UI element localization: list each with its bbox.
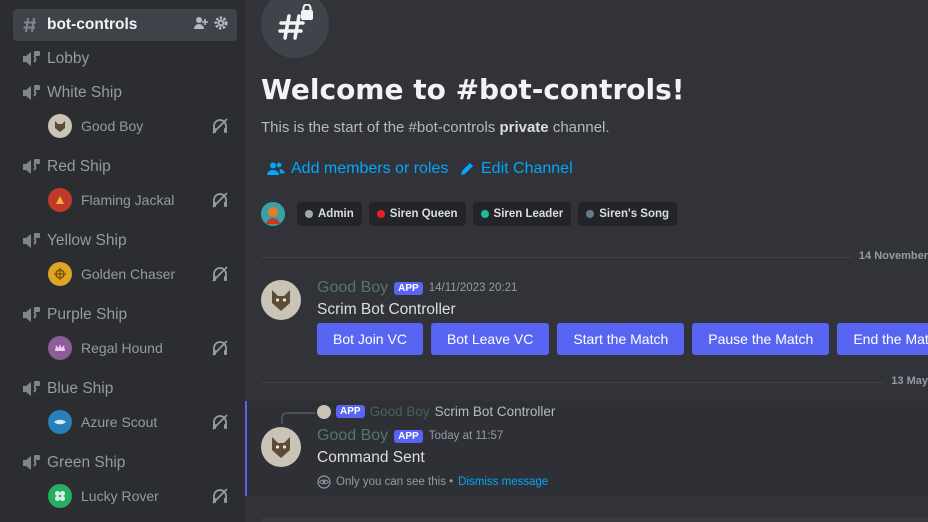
avatar bbox=[48, 336, 72, 360]
message-header: Good Boy APP 14/11/2023 20:21 bbox=[317, 279, 517, 297]
dismiss-message-link[interactable]: Dismiss message bbox=[458, 476, 548, 488]
message-author[interactable]: Good Boy bbox=[317, 279, 388, 297]
channel-label: Lobby bbox=[47, 50, 90, 67]
bot-join-vc-button[interactable]: Bot Join VC bbox=[317, 323, 423, 355]
message-header: Good Boy APP Today at 11:57 bbox=[317, 427, 503, 445]
message-timestamp: Today at 11:57 bbox=[428, 430, 504, 442]
avatar bbox=[48, 114, 72, 138]
voice-user-name: Lucky Rover bbox=[81, 488, 159, 504]
channel-white-ship[interactable]: White Ship bbox=[13, 77, 237, 109]
message-text: Scrim Bot Controller bbox=[317, 301, 456, 318]
reply-connector bbox=[281, 412, 315, 424]
end-match-button[interactable]: End the Match bbox=[837, 323, 928, 355]
component-buttons: Bot Join VC Bot Leave VC Start the Match… bbox=[317, 323, 928, 355]
voice-user-good-boy[interactable]: Good Boy bbox=[48, 113, 238, 139]
voice-user-name: Flaming Jackal bbox=[81, 192, 175, 208]
voice-user-regal-hound[interactable]: Regal Hound bbox=[48, 335, 238, 361]
add-people-icon bbox=[267, 162, 285, 175]
avatar bbox=[48, 484, 72, 508]
channel-bot-controls[interactable]: bot-controls bbox=[13, 9, 237, 41]
voice-user-flaming-jackal[interactable]: Flaming Jackal bbox=[48, 187, 238, 213]
ephemeral-note: Only you can see this • Dismiss message bbox=[317, 475, 548, 489]
reply-reference[interactable]: APP Good Boy Scrim Bot Controller bbox=[317, 404, 555, 419]
channel-blue-ship[interactable]: Blue Ship bbox=[13, 373, 237, 405]
channel-label: bot-controls bbox=[47, 16, 138, 33]
date-divider: 14 November bbox=[261, 250, 928, 262]
message-author[interactable]: Good Boy bbox=[317, 427, 388, 445]
chat-main: Welcome to #bot-controls! This is the st… bbox=[245, 0, 928, 522]
role-chip-siren-queen[interactable]: Siren Queen bbox=[368, 202, 466, 226]
voice-user-name: Azure Scout bbox=[81, 414, 158, 430]
locked-voice-channel-icon bbox=[20, 304, 42, 326]
avatar[interactable] bbox=[261, 280, 301, 320]
eye-icon bbox=[317, 475, 331, 489]
channel-label: Red Ship bbox=[47, 158, 111, 175]
locked-voice-channel-icon bbox=[20, 48, 42, 70]
locked-voice-channel-icon bbox=[20, 378, 42, 400]
channel-red-ship[interactable]: Red Ship bbox=[13, 151, 237, 183]
voice-user-name: Golden Chaser bbox=[81, 266, 176, 282]
locked-text-channel-icon bbox=[20, 14, 42, 36]
locked-voice-channel-icon bbox=[20, 230, 42, 252]
deafened-icon bbox=[211, 487, 229, 509]
deafened-icon bbox=[211, 117, 229, 139]
avatar bbox=[317, 404, 331, 419]
edit-channel-button[interactable]: Edit Channel bbox=[459, 160, 573, 178]
add-members-button[interactable]: Add members or roles bbox=[267, 160, 448, 178]
avatar bbox=[48, 410, 72, 434]
locked-voice-channel-icon bbox=[20, 452, 42, 474]
channel-sidebar: bot-controls Lobby White Ship Good Boy R… bbox=[0, 0, 245, 522]
avatar bbox=[261, 202, 285, 226]
channel-label: Green Ship bbox=[47, 454, 126, 471]
role-chip-siren-leader[interactable]: Siren Leader bbox=[472, 202, 572, 226]
app-badge: APP bbox=[336, 405, 365, 418]
app-badge: APP bbox=[394, 281, 423, 295]
locked-voice-channel-icon bbox=[20, 156, 42, 178]
avatar bbox=[48, 262, 72, 286]
message-text: Command Sent bbox=[317, 449, 425, 466]
message-timestamp: 14/11/2023 20:21 bbox=[428, 282, 518, 294]
pause-match-button[interactable]: Pause the Match bbox=[692, 323, 830, 355]
role-chip-sirens-song[interactable]: Siren's Song bbox=[578, 202, 678, 226]
voice-user-name: Regal Hound bbox=[81, 340, 163, 356]
gear-icon[interactable] bbox=[213, 15, 229, 35]
pencil-icon bbox=[461, 163, 473, 175]
page-title: Welcome to #bot-controls! bbox=[261, 73, 685, 106]
reply-text: Scrim Bot Controller bbox=[434, 404, 556, 419]
bot-leave-vc-button[interactable]: Bot Leave VC bbox=[430, 323, 550, 355]
locked-voice-channel-icon bbox=[20, 82, 42, 104]
role-list: Admin Siren Queen Siren Leader Siren's S… bbox=[261, 202, 678, 226]
voice-user-lucky-rover[interactable]: Lucky Rover bbox=[48, 483, 238, 509]
channel-purple-ship[interactable]: Purple Ship bbox=[13, 299, 237, 331]
welcome-subtitle: This is the start of the #bot-controls p… bbox=[261, 119, 610, 136]
app-badge: APP bbox=[394, 429, 423, 443]
voice-user-golden-chaser[interactable]: Golden Chaser bbox=[48, 261, 238, 287]
deafened-icon bbox=[211, 413, 229, 435]
role-chip-admin[interactable]: Admin bbox=[297, 202, 362, 226]
channel-green-ship[interactable]: Green Ship bbox=[13, 447, 237, 479]
message-input-edge[interactable] bbox=[261, 517, 928, 522]
channel-lobby[interactable]: Lobby bbox=[13, 43, 237, 75]
avatar bbox=[48, 188, 72, 212]
channel-yellow-ship[interactable]: Yellow Ship bbox=[13, 225, 237, 257]
channel-label: Yellow Ship bbox=[47, 232, 127, 249]
date-divider: 13 May bbox=[261, 375, 928, 387]
avatar[interactable] bbox=[261, 427, 301, 467]
reply-author: Good Boy bbox=[369, 404, 430, 419]
locked-channel-icon bbox=[261, 0, 329, 58]
deafened-icon bbox=[211, 265, 229, 287]
channel-label: Blue Ship bbox=[47, 380, 114, 397]
voice-user-name: Good Boy bbox=[81, 118, 144, 134]
channel-label: White Ship bbox=[47, 84, 122, 101]
add-member-icon[interactable] bbox=[193, 15, 209, 35]
deafened-icon bbox=[211, 339, 229, 361]
start-match-button[interactable]: Start the Match bbox=[557, 323, 685, 355]
voice-user-azure-scout[interactable]: Azure Scout bbox=[48, 409, 238, 435]
channel-label: Purple Ship bbox=[47, 306, 128, 323]
deafened-icon bbox=[211, 191, 229, 213]
